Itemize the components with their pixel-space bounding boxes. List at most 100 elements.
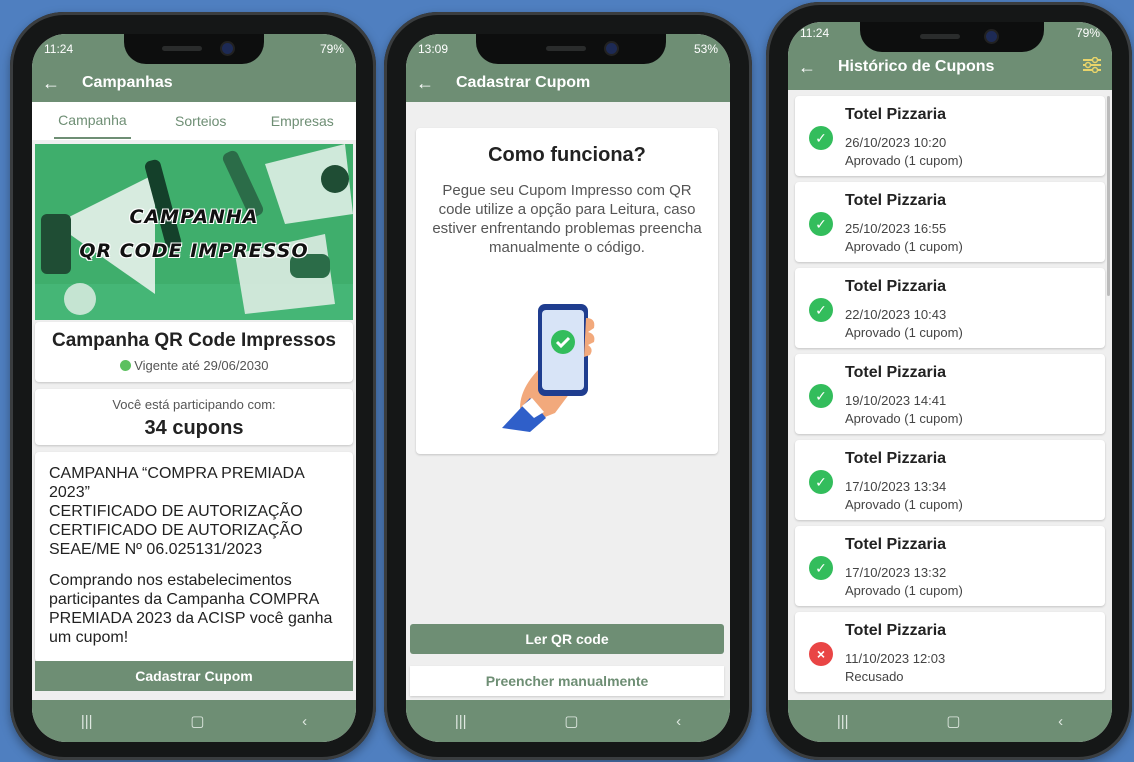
coupon-date: 17/10/2023 13:32	[845, 565, 947, 580]
campaign-info-card: Campanha QR Code Impressos Vigente até 2…	[35, 322, 353, 382]
page-title: Cadastrar Cupom	[456, 74, 591, 91]
check-circle-icon: ✓	[809, 126, 833, 150]
coupons-count: 34 cupons	[144, 417, 244, 439]
description-paragraph: Comprando nos estabelecimentos participa…	[49, 572, 333, 646]
megaphone-illustration	[35, 144, 353, 320]
coupon-status: Aprovado (1 cupom)	[845, 153, 963, 168]
tab-bar: Campanha Sorteios Empresas	[32, 102, 356, 140]
coupon-history-list: ✓ Totel Pizzaria 26/10/2023 10:20 Aprova…	[788, 90, 1112, 702]
camera-notch	[476, 34, 666, 64]
tab-empresas[interactable]: Empresas	[271, 113, 334, 129]
coupon-date: 22/10/2023 10:43	[845, 307, 947, 322]
home-icon[interactable]: ▢	[564, 712, 578, 730]
check-circle-icon: ✓	[809, 298, 833, 322]
phone-campanhas: 11:24 79% ← Campanhas Campanha Sorteios …	[10, 12, 376, 760]
filter-sliders-icon[interactable]	[1072, 56, 1112, 78]
description-line: CAMPANHA “COMPRA PREMIADA 2023”	[49, 465, 304, 501]
back-arrow-icon[interactable]: ←	[406, 73, 444, 94]
back-arrow-icon[interactable]: ←	[788, 57, 826, 78]
description-line: CERTIFICADO DE AUTORIZAÇÃO	[49, 503, 303, 520]
camera-notch	[124, 34, 264, 64]
store-name: Totel Pizzaria	[845, 536, 947, 553]
description-line: CERTIFICADO DE AUTORIZAÇÃO	[49, 522, 303, 539]
recents-icon[interactable]: |||	[837, 713, 849, 730]
coupon-status: Aprovado (1 cupom)	[845, 497, 963, 512]
screen-cadastrar: 13:09 53% ← Cadastrar Cupom Como funcion…	[406, 34, 730, 742]
read-qr-button[interactable]: Ler QR code	[410, 624, 724, 654]
coupon-date: 25/10/2023 16:55	[845, 221, 947, 236]
x-circle-icon: ×	[809, 642, 833, 666]
store-name: Totel Pizzaria	[845, 364, 947, 381]
coupon-history-item[interactable]: × Totel Pizzaria 11/10/2023 12:03 Recusa…	[795, 612, 1105, 692]
validity-text: Vigente até 29/06/2030	[134, 358, 269, 373]
status-time: 13:09	[418, 42, 449, 56]
home-icon[interactable]: ▢	[190, 712, 204, 730]
store-name: Totel Pizzaria	[845, 278, 947, 295]
coupon-history-item[interactable]: ✓ Totel Pizzaria 19/10/2023 14:41 Aprova…	[795, 354, 1105, 434]
active-status-dot-icon	[119, 360, 131, 371]
how-it-works-card: Como funciona? Pegue seu Cupom Impresso …	[416, 128, 718, 454]
phone-cadastrar: 13:09 53% ← Cadastrar Cupom Como funcion…	[384, 12, 752, 760]
status-battery: 79%	[1075, 26, 1100, 40]
coupon-date: 26/10/2023 10:20	[845, 135, 947, 150]
coupon-history-item[interactable]: ✓ Totel Pizzaria 26/10/2023 10:20 Aprova…	[795, 96, 1105, 176]
back-nav-icon[interactable]: ‹	[1058, 713, 1063, 730]
status-time: 11:24	[800, 26, 830, 40]
coupon-date: 19/10/2023 14:41	[845, 393, 947, 408]
back-arrow-icon[interactable]: ←	[32, 73, 70, 94]
check-circle-icon: ✓	[809, 470, 833, 494]
coupon-date: 11/10/2023 12:03	[845, 651, 946, 666]
store-name: Totel Pizzaria	[845, 622, 947, 639]
coupon-status: Aprovado (1 cupom)	[845, 583, 963, 598]
phone-in-hand-illustration	[502, 304, 595, 432]
coupon-status: Aprovado (1 cupom)	[845, 325, 963, 340]
tab-sorteios[interactable]: Sorteios	[175, 113, 226, 129]
banner-line1: CAMPANHA	[129, 206, 259, 228]
system-nav-bar: ||| ▢ ‹	[406, 700, 730, 742]
screen-campanhas: 11:24 79% ← Campanhas Campanha Sorteios …	[32, 34, 356, 742]
back-nav-icon[interactable]: ‹	[676, 713, 681, 730]
coupon-status: Aprovado (1 cupom)	[845, 411, 963, 426]
tab-campanha[interactable]: Campanha	[54, 103, 131, 139]
coupon-history-item[interactable]: ✓ Totel Pizzaria 17/10/2023 13:34 Aprova…	[795, 440, 1105, 520]
status-battery: 79%	[319, 42, 344, 56]
camera-notch	[860, 22, 1044, 52]
check-circle-icon: ✓	[809, 212, 833, 236]
status-battery: 53%	[693, 42, 718, 56]
recents-icon[interactable]: |||	[455, 713, 467, 730]
description-card: CAMPANHA “COMPRA PREMIADA 2023” CERTIFIC…	[35, 452, 353, 662]
check-circle-icon: ✓	[809, 556, 833, 580]
coupon-history-item[interactable]: ✓ Totel Pizzaria 25/10/2023 16:55 Aprova…	[795, 182, 1105, 262]
coupon-history-item[interactable]: ✓ Totel Pizzaria 17/10/2023 13:32 Aprova…	[795, 526, 1105, 606]
back-nav-icon[interactable]: ‹	[302, 713, 307, 730]
description-line: SEAE/ME Nº 06.025131/2023	[49, 541, 263, 558]
phone-historico: 11:24 79% ← Histórico de Cupons ✓ Totel …	[766, 2, 1132, 760]
banner-line2: QR CODE IMPRESSO	[79, 240, 309, 262]
app-bar: ← Cadastrar Cupom	[406, 64, 730, 102]
how-title: Como funciona?	[488, 144, 646, 166]
scrollbar[interactable]	[1107, 96, 1110, 296]
system-nav-bar: ||| ▢ ‹	[788, 700, 1112, 742]
system-nav-bar: ||| ▢ ‹	[32, 700, 356, 742]
how-text: Pegue seu Cupom Impresso com QR code uti…	[432, 182, 702, 256]
status-time: 11:24	[44, 42, 74, 56]
store-name: Totel Pizzaria	[845, 450, 947, 467]
home-icon[interactable]: ▢	[946, 712, 960, 730]
page-title: Campanhas	[82, 74, 173, 91]
campaign-title: Campanha QR Code Impressos	[51, 330, 337, 351]
participating-label: Você está participando com:	[112, 397, 276, 412]
app-bar: ← Campanhas	[32, 64, 356, 102]
screen-historico: 11:24 79% ← Histórico de Cupons ✓ Totel …	[788, 22, 1112, 742]
manual-entry-button[interactable]: Preencher manualmente	[410, 666, 724, 696]
store-name: Totel Pizzaria	[845, 106, 947, 123]
coupon-history-item[interactable]: ✓ Totel Pizzaria 22/10/2023 10:43 Aprova…	[795, 268, 1105, 348]
coupon-status: Recusado	[845, 669, 904, 684]
register-coupon-button[interactable]: Cadastrar Cupom	[35, 661, 353, 691]
page-title: Histórico de Cupons	[838, 58, 995, 75]
check-circle-icon: ✓	[809, 384, 833, 408]
store-name: Totel Pizzaria	[845, 192, 947, 209]
coupon-status: Aprovado (1 cupom)	[845, 239, 963, 254]
recents-icon[interactable]: |||	[81, 713, 93, 730]
campaign-banner: CAMPANHA QR CODE IMPRESSO	[35, 144, 353, 320]
coupon-date: 17/10/2023 13:34	[845, 479, 947, 494]
